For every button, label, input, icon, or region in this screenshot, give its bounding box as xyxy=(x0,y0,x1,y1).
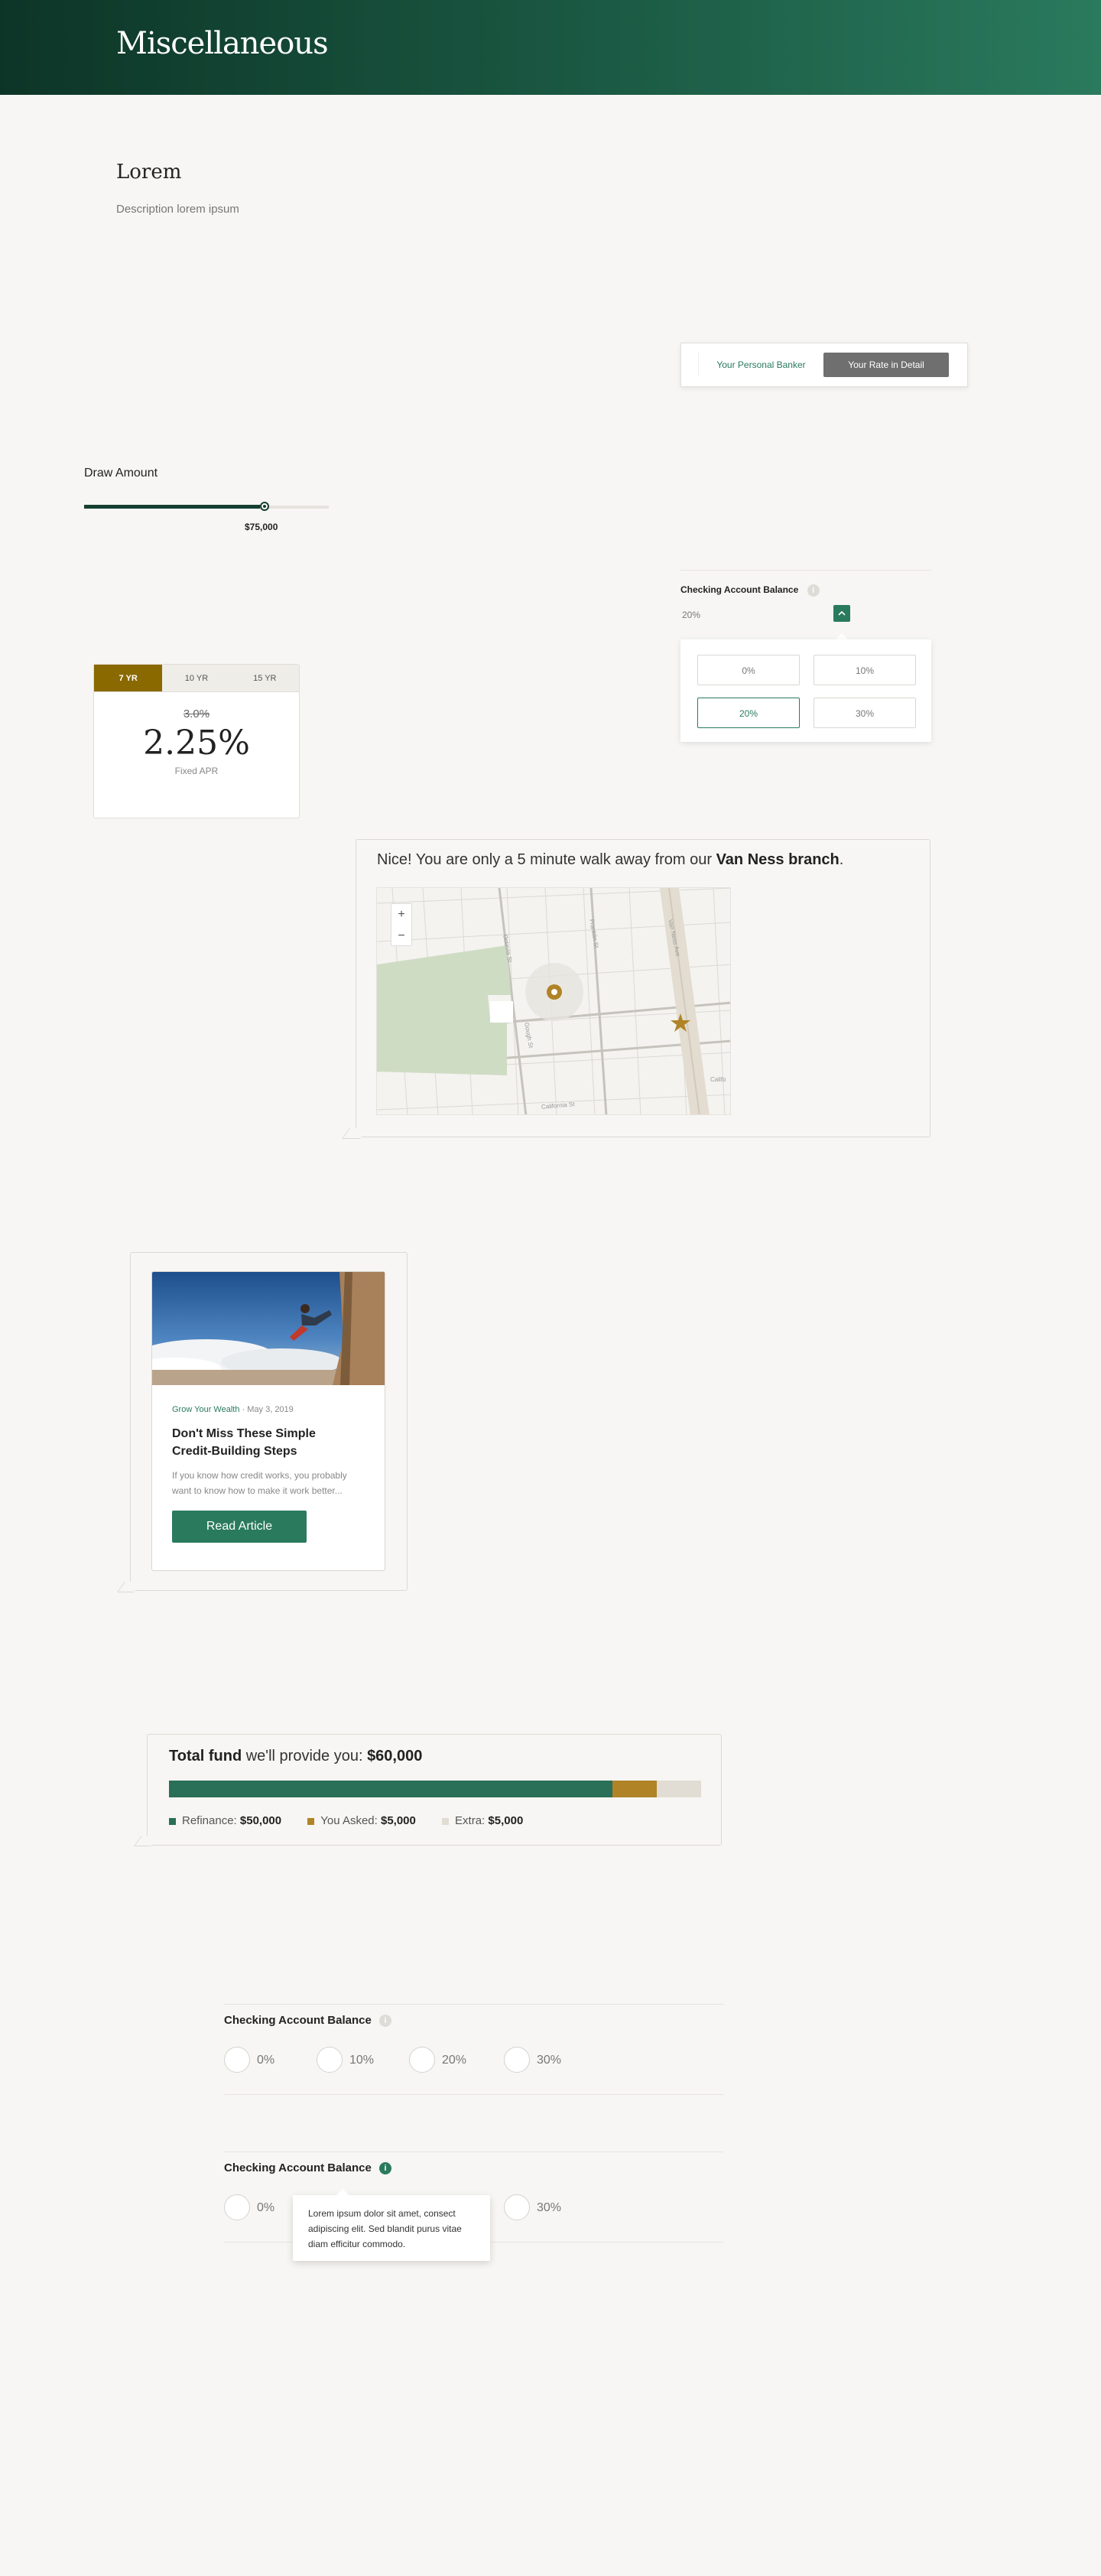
tab-15yr[interactable]: 15 YR xyxy=(230,665,299,692)
fund-title-bold: Total fund xyxy=(169,1748,242,1764)
street-label: Califo xyxy=(710,1076,726,1083)
radio-10-label: 10% xyxy=(349,2054,375,2067)
chevron-up-icon[interactable] xyxy=(833,605,850,622)
radio-30-label: 30% xyxy=(537,2054,562,2067)
checking-label-text: Checking Account Balance xyxy=(680,584,799,596)
slider-thumb[interactable] xyxy=(260,502,269,511)
radio-10[interactable] xyxy=(317,2047,343,2073)
section-title: Lorem xyxy=(116,161,182,184)
map-message-text: Nice! You are only a 5 minute walk away … xyxy=(377,851,716,868)
dropdown-value[interactable]: 20% xyxy=(682,610,700,620)
article-category[interactable]: Grow Your Wealth xyxy=(172,1405,239,1414)
radio-0-label: 0% xyxy=(257,2054,275,2067)
rate-caption: Fixed APR xyxy=(174,766,219,776)
radio-0[interactable] xyxy=(224,2194,250,2220)
rate-card: 7 YR 10 YR 15 YR 3.0% 2.25% Fixed APR xyxy=(93,664,300,818)
article-card[interactable]: Grow Your Wealth · May 3, 2019 Don't Mis… xyxy=(151,1271,385,1571)
radio-20[interactable] xyxy=(409,2047,435,2073)
tooltip: Lorem ipsum dolor sit amet, consect adip… xyxy=(293,2189,490,2261)
fund-amount: $60,000 xyxy=(367,1748,423,1764)
radio-group-label: Checking Account Balance i xyxy=(224,2014,391,2028)
current-rate: 2.25% xyxy=(143,724,250,763)
fund-bar-refinance xyxy=(169,1781,612,1797)
slider-fill xyxy=(84,505,260,509)
fund-bar xyxy=(169,1781,701,1797)
tab-rate-detail[interactable]: Your Rate in Detail xyxy=(823,353,949,377)
legend-extra: Extra: $5,000 xyxy=(442,1814,523,1827)
section-description: Description lorem ipsum xyxy=(116,203,239,216)
draw-amount-label: Draw Amount xyxy=(84,467,158,480)
article-excerpt: If you know how credit works, you probab… xyxy=(172,1470,347,1496)
legend-asked: You Asked: $5,000 xyxy=(307,1814,416,1827)
option-20[interactable]: 20% xyxy=(697,698,800,728)
map-message-end: . xyxy=(839,851,844,868)
zoom-in-button[interactable]: + xyxy=(391,904,411,925)
option-10[interactable]: 10% xyxy=(814,655,916,685)
read-article-button[interactable]: Read Article xyxy=(172,1511,307,1543)
map-message: Nice! You are only a 5 minute walk away … xyxy=(377,851,843,869)
old-rate: 3.0% xyxy=(183,707,210,720)
map[interactable]: + − Franklin St Gough St Van Ness Ave Ca… xyxy=(376,887,731,1115)
radio-30-label: 30% xyxy=(537,2201,562,2214)
branch-name[interactable]: Van Ness branch xyxy=(716,851,840,868)
radio-group-label-text: Checking Account Balance xyxy=(224,2161,372,2174)
checking-label: Checking Account Balance i xyxy=(680,584,820,597)
fund-bar-extra xyxy=(656,1781,701,1797)
zoom-controls: + − xyxy=(391,903,412,946)
zoom-out-button[interactable]: − xyxy=(391,925,411,947)
radio-30[interactable] xyxy=(504,2194,530,2220)
radio-20-label: 20% xyxy=(442,2054,467,2067)
article-image xyxy=(152,1272,385,1385)
option-0[interactable]: 0% xyxy=(697,655,800,685)
radio-group-label-text: Checking Account Balance xyxy=(224,2014,372,2027)
option-30[interactable]: 30% xyxy=(814,698,916,728)
fund-bar-asked xyxy=(612,1781,657,1797)
radio-group-label: Checking Account Balance i xyxy=(224,2161,391,2175)
tab-10yr[interactable]: 10 YR xyxy=(162,665,231,692)
info-icon[interactable]: i xyxy=(379,2162,391,2175)
legend-refinance: Refinance: $50,000 xyxy=(169,1814,281,1827)
fund-title: Total fund we'll provide you: $60,000 xyxy=(169,1748,422,1765)
page-title: Miscellaneous xyxy=(116,26,329,61)
article-title[interactable]: Don't Miss These Simple Credit-Building … xyxy=(172,1425,348,1460)
fund-title-rest: we'll provide you: xyxy=(242,1748,368,1764)
page-header: Miscellaneous xyxy=(0,0,1101,95)
info-icon[interactable]: i xyxy=(807,584,820,597)
radio-0[interactable] xyxy=(224,2047,250,2073)
fund-legend: Refinance: $50,000 You Asked: $5,000 Ext… xyxy=(169,1814,523,1827)
article-date: May 3, 2019 xyxy=(247,1405,294,1414)
radio-30[interactable] xyxy=(504,2047,530,2073)
tab-personal-banker[interactable]: Your Personal Banker xyxy=(698,353,823,377)
tab-7yr[interactable]: 7 YR xyxy=(94,665,163,692)
radio-0-label: 0% xyxy=(257,2201,275,2214)
dropdown-menu: 0% 10% 20% 30% xyxy=(680,639,931,742)
article-meta: Grow Your Wealth · May 3, 2019 xyxy=(172,1405,294,1414)
segmented-control: Your Personal Banker Your Rate in Detail xyxy=(680,343,968,387)
draw-amount-value: $75,000 xyxy=(245,522,278,532)
info-icon[interactable]: i xyxy=(379,2015,391,2028)
